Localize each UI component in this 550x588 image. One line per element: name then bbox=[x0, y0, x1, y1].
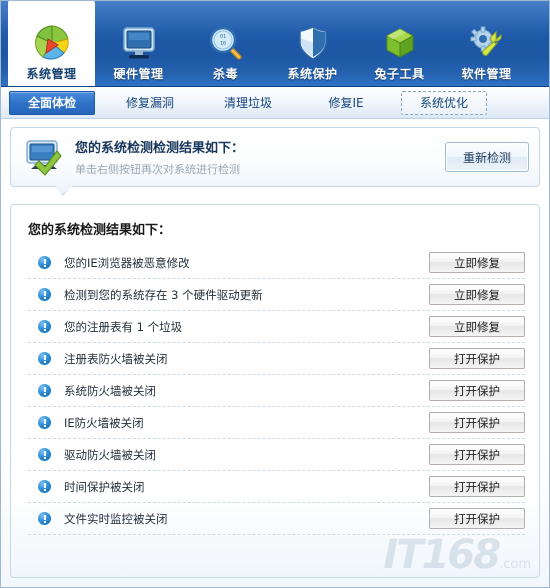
result-row: 检测到您的系统存在 3 个硬件驱动更新 立即修复 bbox=[28, 279, 525, 311]
result-label: 您的IE浏览器被恶意修改 bbox=[64, 255, 190, 270]
result-row: 您的注册表有 1 个垃圾 立即修复 bbox=[28, 311, 525, 343]
enable-protection-button[interactable]: 打开保护 bbox=[429, 348, 525, 369]
nav-item-label: 硬件管理 bbox=[113, 67, 164, 81]
watermark-text: IT168 bbox=[383, 532, 501, 578]
fix-now-button[interactable]: 立即修复 bbox=[429, 284, 525, 305]
enable-protection-button[interactable]: 打开保护 bbox=[429, 508, 525, 529]
watermark-suffix: .com bbox=[499, 557, 531, 572]
result-label: 时间保护被关闭 bbox=[64, 479, 145, 494]
summary-title: 您的系统检测检测结果如下： bbox=[75, 141, 245, 156]
nav-item-label: 系统管理 bbox=[26, 67, 77, 81]
tab-system-optimization[interactable]: 系统优化 bbox=[401, 90, 487, 115]
info-exclamation-icon bbox=[38, 320, 51, 333]
enable-protection-button[interactable]: 打开保护 bbox=[429, 380, 525, 401]
nav-item-software-management[interactable]: 软件管理 bbox=[443, 6, 530, 86]
result-label: 您的注册表有 1 个垃圾 bbox=[64, 319, 183, 334]
nav-item-label: 兔子工具 bbox=[374, 67, 425, 81]
summary-subtitle: 单击右侧按钮再次对系统进行检测 bbox=[75, 163, 240, 176]
tab-label: 全面体检 bbox=[27, 96, 76, 110]
fix-now-button[interactable]: 立即修复 bbox=[429, 252, 525, 273]
nav-item-antivirus[interactable]: 01 10 杀毒 bbox=[182, 6, 269, 86]
results-panel: 您的系统检测结果如下： 您的IE浏览器被恶意修改 立即修复 检测到您的系统存在 … bbox=[10, 204, 540, 578]
info-exclamation-icon bbox=[38, 480, 51, 493]
info-exclamation-icon bbox=[38, 512, 51, 525]
svg-text:01: 01 bbox=[219, 34, 225, 40]
shield-icon bbox=[291, 22, 335, 64]
nav-item-label: 杀毒 bbox=[212, 67, 238, 81]
result-label: 驱动防火墙被关闭 bbox=[64, 447, 156, 462]
nav-item-hardware-management[interactable]: 硬件管理 bbox=[95, 6, 182, 86]
content-area: 您的系统检测检测结果如下： 单击右侧按钮再次对系统进行检测 重新检测 您的系统检… bbox=[1, 119, 549, 587]
summary-panel: 您的系统检测检测结果如下： 单击右侧按钮再次对系统进行检测 重新检测 bbox=[10, 127, 540, 196]
result-row: 您的IE浏览器被恶意修改 立即修复 bbox=[28, 247, 525, 279]
tab-clean-junk[interactable]: 清理垃圾 bbox=[205, 91, 291, 115]
tab-fix-vulnerabilities[interactable]: 修复漏洞 bbox=[107, 91, 193, 115]
enable-protection-button[interactable]: 打开保护 bbox=[429, 412, 525, 433]
tab-full-checkup[interactable]: 全面体检 bbox=[9, 90, 95, 115]
watermark: IT168.com bbox=[383, 535, 531, 575]
tab-repair-ie[interactable]: 修复IE bbox=[303, 91, 389, 115]
info-exclamation-icon bbox=[38, 352, 51, 365]
tab-label: 清理垃圾 bbox=[223, 96, 272, 110]
tab-label: 修复IE bbox=[328, 96, 364, 110]
tab-bar: 全面体检 修复漏洞 清理垃圾 修复IE 系统优化 bbox=[1, 87, 549, 119]
nav-item-system-protection[interactable]: 系统保护 bbox=[269, 6, 356, 86]
svg-text:10: 10 bbox=[219, 41, 225, 47]
result-row: IE防火墙被关闭 打开保护 bbox=[28, 407, 525, 439]
result-label: 注册表防火墙被关闭 bbox=[64, 351, 168, 366]
result-row: 文件实时监控被关闭 打开保护 bbox=[28, 503, 525, 535]
result-label: 系统防火墙被关闭 bbox=[64, 383, 156, 398]
result-row: 系统防火墙被关闭 打开保护 bbox=[28, 375, 525, 407]
result-row: 时间保护被关闭 打开保护 bbox=[28, 471, 525, 503]
info-exclamation-icon bbox=[38, 416, 51, 429]
pie-chart-icon bbox=[30, 22, 74, 64]
info-exclamation-icon bbox=[38, 256, 51, 269]
result-row: 注册表防火墙被关闭 打开保护 bbox=[28, 343, 525, 375]
gear-wrench-icon bbox=[465, 22, 509, 64]
nav-item-label: 系统保护 bbox=[287, 67, 338, 81]
results-title: 您的系统检测结果如下： bbox=[28, 223, 172, 238]
main-toolbar: 系统管理 硬件管理 01 10 杀毒 系统保护 兔子工具 软件管理 bbox=[1, 1, 549, 87]
monitor-check-icon bbox=[22, 135, 66, 179]
app-window: 系统管理 硬件管理 01 10 杀毒 系统保护 兔子工具 软件管理 全面体检 修… bbox=[0, 0, 550, 588]
result-label: IE防火墙被关闭 bbox=[64, 415, 144, 430]
info-exclamation-icon bbox=[38, 448, 51, 461]
result-row: 驱动防火墙被关闭 打开保护 bbox=[28, 439, 525, 471]
green-box-icon bbox=[378, 22, 422, 64]
result-label: 文件实时监控被关闭 bbox=[64, 511, 168, 526]
info-exclamation-icon bbox=[38, 384, 51, 397]
fix-now-button[interactable]: 立即修复 bbox=[429, 316, 525, 337]
tab-label: 系统优化 bbox=[419, 96, 468, 110]
nav-item-system-management[interactable]: 系统管理 bbox=[8, 1, 95, 86]
summary-text-block: 您的系统检测检测结果如下： 单击右侧按钮再次对系统进行检测 bbox=[75, 137, 445, 177]
enable-protection-button[interactable]: 打开保护 bbox=[429, 444, 525, 465]
rescan-button[interactable]: 重新检测 bbox=[445, 142, 529, 172]
enable-protection-button[interactable]: 打开保护 bbox=[429, 476, 525, 497]
bubble-tail-fill bbox=[56, 185, 70, 194]
nav-item-rabbit-tools[interactable]: 兔子工具 bbox=[356, 6, 443, 86]
tab-label: 修复漏洞 bbox=[125, 96, 174, 110]
info-exclamation-icon bbox=[38, 288, 51, 301]
nav-item-label: 软件管理 bbox=[461, 67, 512, 81]
monitor-icon bbox=[117, 22, 161, 64]
result-label: 检测到您的系统存在 3 个硬件驱动更新 bbox=[64, 287, 263, 302]
magnifier-icon: 01 10 bbox=[204, 22, 248, 64]
